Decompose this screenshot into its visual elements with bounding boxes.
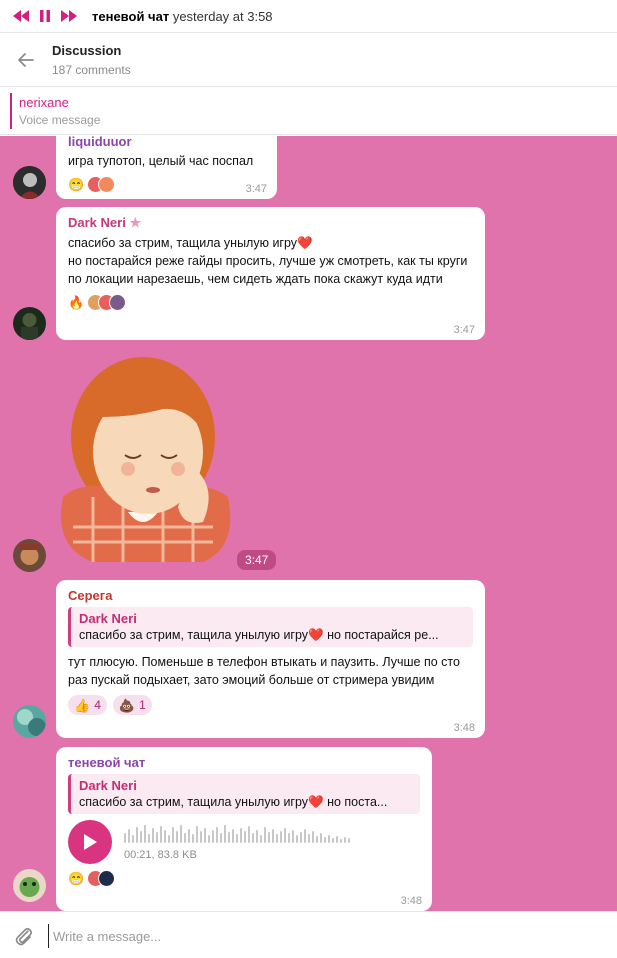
avatar[interactable] xyxy=(13,166,46,199)
message-sender[interactable]: liquiduuor xyxy=(68,136,265,149)
message-sender[interactable]: Серега xyxy=(68,588,473,603)
reaction-chip[interactable]: 💩 1 xyxy=(112,695,152,715)
reaction-chip[interactable]: 👍 4 xyxy=(68,695,107,715)
avatar-image xyxy=(13,869,46,902)
message-composer xyxy=(0,911,617,958)
avatar-image xyxy=(13,539,46,572)
reactor-avatar xyxy=(109,294,127,311)
player-time: yesterday at 3:58 xyxy=(172,8,273,24)
message-text-line: но постарайся реже гайды просить, лучше … xyxy=(68,254,468,286)
reactions-row: 😁 xyxy=(68,176,265,193)
chat-area[interactable]: liquiduuor игра тупотоп, целый час поспа… xyxy=(0,136,617,911)
message-bubble[interactable]: Dark Neri ★ спасибо за стрим, тащила уны… xyxy=(56,207,485,340)
player-title[interactable]: теневой чат yesterday at 3:58 xyxy=(92,9,273,24)
pause-button[interactable] xyxy=(36,7,54,25)
message-time: 3:47 xyxy=(245,183,267,195)
reaction-emoji: 😁 xyxy=(68,177,85,192)
next-track-button[interactable] xyxy=(60,7,78,25)
previous-track-button[interactable] xyxy=(12,7,30,25)
reaction-chip[interactable]: 😁 xyxy=(68,176,116,193)
message-text: спасибо за стрим, тащила унылую игру❤️ н… xyxy=(68,234,473,288)
avatar-image xyxy=(13,307,46,340)
star-icon: ★ xyxy=(129,215,142,230)
avatar[interactable] xyxy=(13,705,46,738)
voice-waveform[interactable] xyxy=(124,823,350,843)
fast-forward-icon xyxy=(61,10,77,22)
pinned-text: Voice message xyxy=(19,113,101,127)
pinned-indicator xyxy=(10,93,12,129)
message-bubble[interactable]: liquiduuor игра тупотоп, целый час поспа… xyxy=(56,136,277,199)
message-text: игра тупотоп, целый час поспал xyxy=(68,154,254,168)
back-button[interactable] xyxy=(16,50,36,70)
play-icon xyxy=(84,834,97,850)
message-time: 3:48 xyxy=(400,895,422,907)
player-chat-name: теневой чат xyxy=(92,8,170,24)
reactions-row: 👍 4 💩 1 xyxy=(68,695,473,715)
voice-duration-size: 00:21, 83.8 KB xyxy=(124,849,197,861)
avatar[interactable] xyxy=(13,307,46,340)
message-sender[interactable]: теневой чат xyxy=(68,755,420,770)
discussion-header: Discussion 187 comments xyxy=(0,33,617,87)
reaction-count: 1 xyxy=(139,698,146,712)
reply-quote[interactable]: Dark Neri спасибо за стрим, тащила унылу… xyxy=(68,774,420,814)
play-button[interactable] xyxy=(68,820,112,864)
reaction-emoji: 😁 xyxy=(68,871,85,886)
quote-sender: Dark Neri xyxy=(79,611,137,626)
reactions-row: 😁 xyxy=(68,870,420,887)
pinned-sender: nerixane xyxy=(19,95,69,110)
avatar[interactable] xyxy=(13,869,46,902)
message-bubble[interactable]: теневой чат Dark Neri спасибо за стрим, … xyxy=(56,747,432,911)
quote-text: спасибо за стрим, тащила унылую игру❤️ н… xyxy=(79,795,388,809)
message-input[interactable] xyxy=(48,924,588,948)
quote-sender: Dark Neri xyxy=(79,778,137,793)
voice-message: 00:21, 83.8 KB xyxy=(68,820,420,864)
sticker-image[interactable] xyxy=(53,347,233,567)
reactions-row: 🔥 xyxy=(68,294,473,311)
attach-button[interactable] xyxy=(13,925,35,947)
message-bubble[interactable]: Серега Dark Neri спасибо за стрим, тащил… xyxy=(56,580,485,738)
girl-sticker-icon xyxy=(61,357,231,562)
sender-name: Dark Neri xyxy=(68,215,126,230)
page-title: Discussion xyxy=(52,43,122,58)
avatar[interactable] xyxy=(13,539,46,572)
message-time: 3:48 xyxy=(453,722,475,734)
paperclip-icon xyxy=(15,927,33,946)
avatar-image xyxy=(13,705,46,738)
message-sender[interactable]: Dark Neri ★ xyxy=(68,215,473,231)
reaction-emoji: 👍 xyxy=(74,697,91,713)
reaction-emoji: 💩 xyxy=(118,697,136,713)
comments-count: 187 comments xyxy=(52,63,131,77)
audio-player-bar: теневой чат yesterday at 3:58 xyxy=(0,0,617,33)
reactor-avatar xyxy=(98,176,116,193)
avatar-image xyxy=(13,166,46,199)
reaction-emoji: 🔥 xyxy=(68,295,85,310)
rewind-icon xyxy=(13,10,29,22)
message-text-line: спасибо за стрим, тащила унылую игру❤️ xyxy=(68,236,313,250)
pinned-message[interactable]: nerixane Voice message xyxy=(0,87,617,135)
reaction-chip[interactable]: 😁 xyxy=(68,870,116,887)
message-time: 3:47 xyxy=(453,324,475,336)
quote-text: спасибо за стрим, тащила унылую игру❤️ н… xyxy=(79,628,439,642)
sticker-time: 3:47 xyxy=(237,550,277,570)
reaction-count: 4 xyxy=(94,698,101,712)
pause-icon xyxy=(40,10,50,22)
reply-quote[interactable]: Dark Neri спасибо за стрим, тащила унылу… xyxy=(68,607,473,647)
reactor-avatar xyxy=(98,870,116,887)
reaction-chip[interactable]: 🔥 xyxy=(68,294,127,311)
arrow-left-icon xyxy=(18,53,34,67)
message-text: тут плюсую. Поменьше в телефон втыкать и… xyxy=(68,655,460,687)
